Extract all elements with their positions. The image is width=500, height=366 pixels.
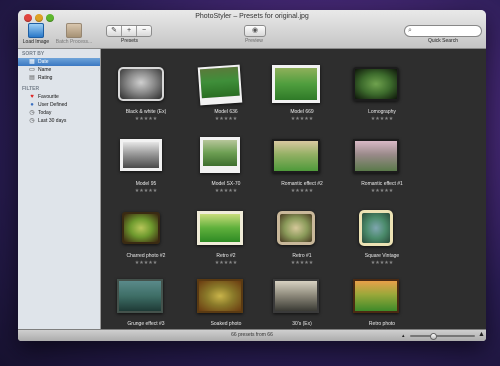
load-image-label: Load Image: [22, 39, 50, 45]
sort-by-heading: SORT BY: [22, 51, 45, 57]
sidebar-item-label: Rating: [38, 75, 53, 81]
calendar-icon: ▦: [29, 59, 35, 65]
load-image-button[interactable]: Load Image: [21, 23, 51, 45]
sidebar-item-date[interactable]: ▦ Date: [18, 58, 100, 66]
preset-label: Retro photo: [368, 321, 396, 327]
heart-icon: ♥: [30, 94, 34, 100]
preset-thumbnail: [353, 67, 399, 101]
sidebar: SORT BY ▦ Date ▭ Name ▤ Rating FILTER ♥ …: [18, 49, 101, 329]
filter-heading: FILTER: [22, 86, 40, 92]
preset-thumbnail: [272, 65, 320, 103]
rating-icon: ▤: [29, 75, 35, 81]
rating-stars[interactable]: ★★★★★: [331, 260, 433, 266]
preset-thumbnail: [197, 279, 243, 313]
rating-stars[interactable]: ★★★★★: [331, 116, 433, 122]
zoom-slider-knob[interactable]: [430, 332, 438, 340]
zoom-in-icon[interactable]: ▲: [478, 331, 485, 338]
batch-process-label: Batch Process...: [55, 39, 93, 45]
preset-thumbnail: [200, 137, 240, 173]
sidebar-item-label: User Defined: [38, 102, 68, 108]
sidebar-item-last-30-days[interactable]: ◷ Last 30 days: [18, 117, 100, 125]
batch-process-icon: [66, 23, 82, 38]
user-icon: ●: [30, 102, 34, 108]
zoom-slider[interactable]: [410, 332, 475, 340]
preset-thumbnail: [359, 210, 393, 246]
sidebar-item-label: Date: [38, 59, 49, 65]
sidebar-item-rating[interactable]: ▤ Rating: [18, 74, 100, 82]
preset-label: Square Vintage: [364, 253, 400, 259]
toolbar: PhotoStyler – Presets for original.jpg L…: [18, 10, 486, 49]
sidebar-item-name[interactable]: ▭ Name: [18, 66, 100, 74]
document-icon: ▭: [29, 67, 35, 73]
add-preset-button[interactable]: +: [122, 26, 137, 36]
batch-process-button[interactable]: Batch Process...: [54, 23, 94, 45]
load-image-icon: [28, 23, 44, 38]
zoom-out-icon[interactable]: ▴: [402, 333, 405, 339]
remove-preset-button[interactable]: −: [137, 26, 151, 36]
preview-button[interactable]: ◉: [244, 25, 266, 37]
presets-segmented-control: ✎ + −: [106, 25, 152, 37]
status-bar: 66 presets from 66 ▴ ▲: [18, 329, 486, 341]
clock-icon: ◷: [29, 110, 35, 116]
preset-thumbnail: [118, 67, 164, 101]
preset-thumbnail: [353, 279, 399, 313]
preset-thumbnail: [120, 139, 162, 171]
preset-thumbnail: [353, 139, 399, 173]
search-input[interactable]: [417, 27, 477, 35]
presets-label: Presets: [121, 38, 138, 44]
preset-label: Romantic effect #1: [361, 181, 403, 187]
sidebar-item-label: Name: [38, 67, 52, 73]
sidebar-item-label: Favourite: [38, 94, 59, 100]
preset-thumbnail: [197, 211, 243, 245]
sidebar-item-label: Today: [38, 110, 52, 116]
rating-stars[interactable]: ★★★★★: [331, 188, 433, 194]
preset-thumbnail: [197, 64, 243, 106]
window-title: PhotoStyler – Presets for original.jpg: [195, 13, 309, 20]
edit-preset-button[interactable]: ✎: [107, 26, 122, 36]
preset-thumbnail: [117, 279, 163, 313]
sidebar-item-label: Last 30 days: [38, 118, 67, 124]
sidebar-item-today[interactable]: ◷ Today: [18, 109, 100, 117]
preset-thumbnail: [122, 212, 160, 244]
preset-label: Lomography: [368, 109, 396, 115]
preview-label: Preview: [245, 38, 263, 44]
app-window: PhotoStyler – Presets for original.jpg L…: [18, 10, 486, 341]
quick-search-label: Quick Search: [427, 38, 458, 44]
preset-grid: Black & white (Ex) ★★★★★ Model 636 ★★★★★…: [101, 49, 486, 334]
preset-thumbnail: [272, 139, 320, 173]
search-icon: ⌕: [408, 27, 412, 34]
preset-thumbnail: [277, 211, 315, 245]
sidebar-item-favourite[interactable]: ♥ Favourite: [18, 93, 100, 101]
sidebar-item-user-defined[interactable]: ● User Defined: [18, 101, 100, 109]
preset-thumbnail: [273, 279, 319, 313]
search-field: ⌕: [404, 25, 482, 37]
clock-icon: ◷: [29, 118, 35, 124]
